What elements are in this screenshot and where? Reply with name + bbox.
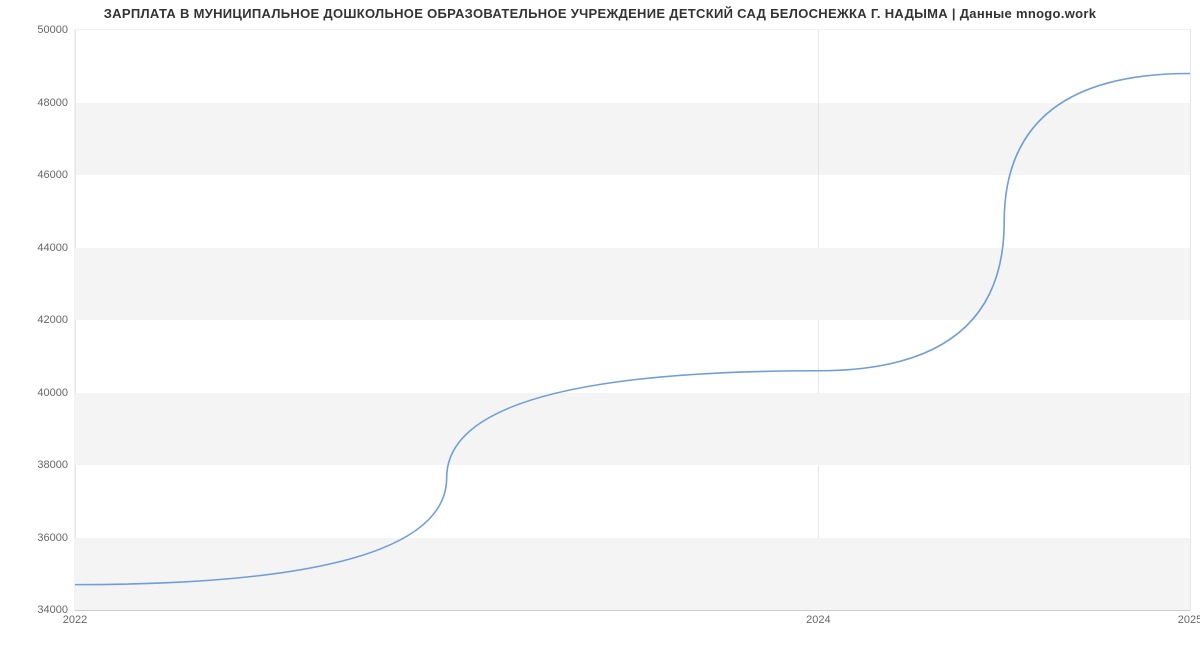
x-tick-label: 2025 [1178, 614, 1200, 626]
chart-title: ЗАРПЛАТА В МУНИЦИПАЛЬНОЕ ДОШКОЛЬНОЕ ОБРА… [0, 6, 1200, 21]
chart-container: ЗАРПЛАТА В МУНИЦИПАЛЬНОЕ ДОШКОЛЬНОЕ ОБРА… [0, 0, 1200, 650]
x-tick-label: 2022 [63, 614, 87, 626]
y-tick-label: 38000 [8, 459, 68, 471]
y-tick-label: 40000 [8, 387, 68, 399]
line-series [75, 30, 1190, 610]
y-tick-label: 36000 [8, 532, 68, 544]
y-tick-label: 48000 [8, 97, 68, 109]
x-tick-label: 2024 [806, 614, 830, 626]
y-tick-label: 46000 [8, 169, 68, 181]
y-tick-label: 34000 [8, 604, 68, 616]
y-tick-label: 42000 [8, 314, 68, 326]
x-axis-line [75, 610, 1190, 611]
y-tick-label: 44000 [8, 242, 68, 254]
line-path [75, 74, 1190, 585]
y-tick-label: 50000 [8, 24, 68, 36]
plot-area [75, 30, 1190, 610]
